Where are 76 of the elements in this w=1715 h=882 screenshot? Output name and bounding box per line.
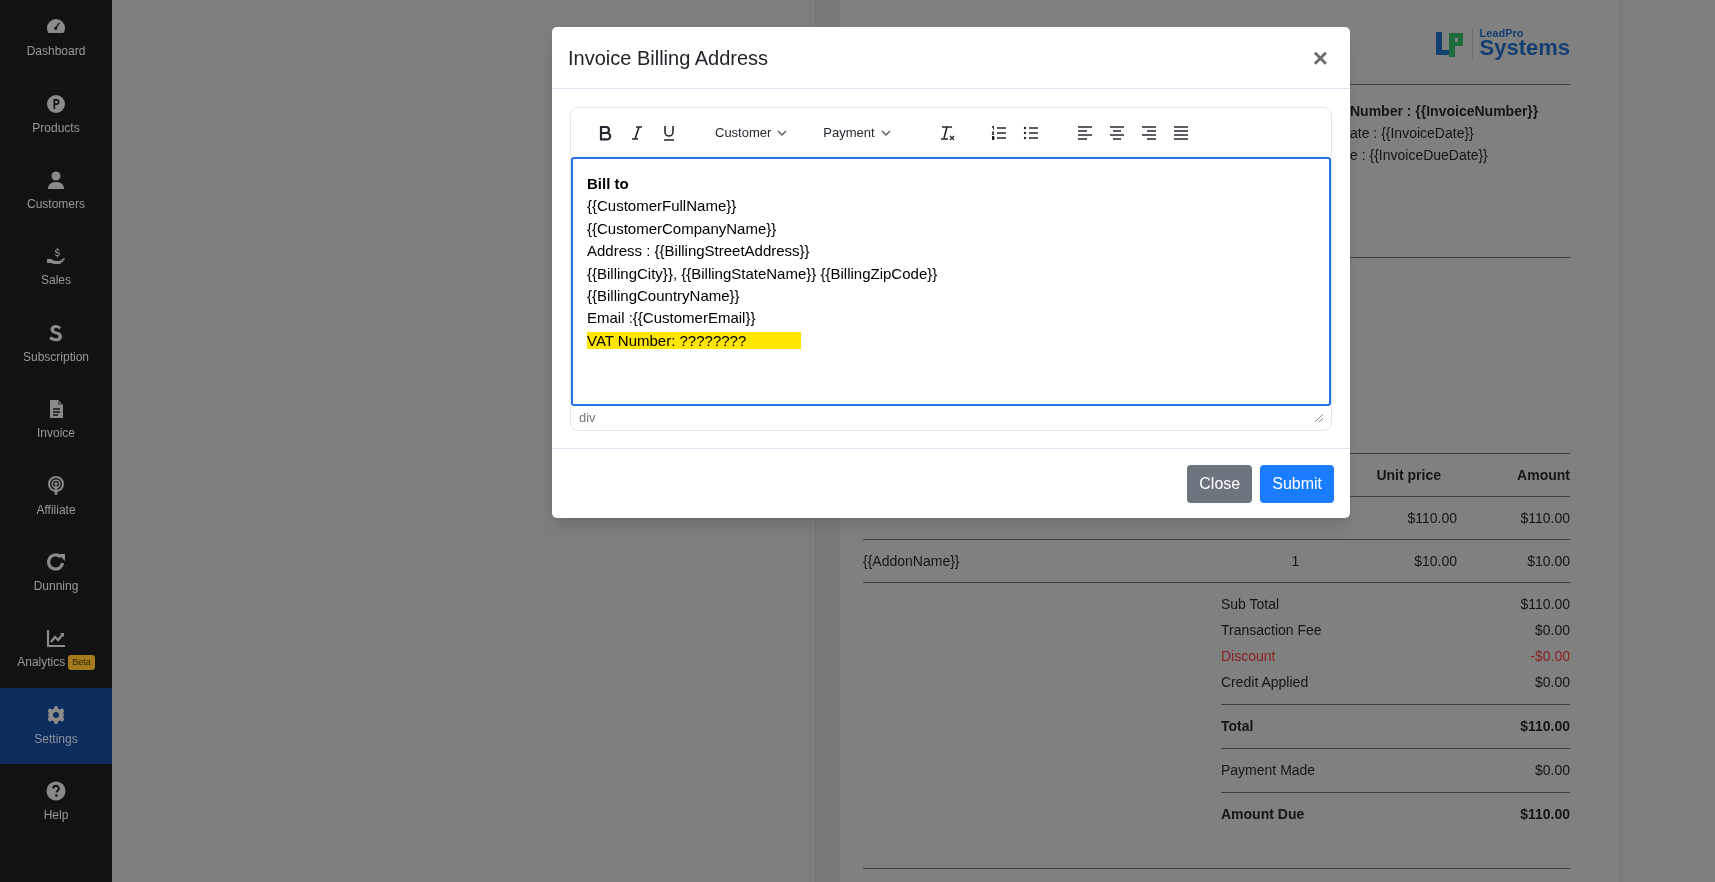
table-cell-text: $110.00 xyxy=(1519,508,1570,528)
format-dropdown[interactable]: Payment xyxy=(823,122,891,143)
element-path: div xyxy=(579,409,596,428)
gear-icon xyxy=(46,704,66,725)
sidebar-item[interactable]: Invoice xyxy=(0,381,112,459)
logo-text: LeadPro xyxy=(1479,28,1525,39)
table-cell-text: 1 xyxy=(1290,551,1300,571)
sidebar-label: Products xyxy=(32,119,80,136)
totals-value: $0.00 xyxy=(1534,673,1570,692)
sidebar-item[interactable]: Dashboard xyxy=(0,0,112,77)
totals-value: $0.00 xyxy=(1534,761,1570,780)
question-circle-icon xyxy=(46,781,66,802)
invoice-detail: e : {{InvoiceDueDate}} xyxy=(1350,146,1489,164)
editor-line: {{BillingCity}}, {{BillingStateName}} {{BillingZipCode}} xyxy=(587,264,938,282)
sidebar-item[interactable]: Analytics Beta xyxy=(0,611,112,688)
submit-button[interactable]: Submit xyxy=(1260,464,1334,503)
chevron-down-icon xyxy=(777,129,788,136)
totals-value: $110.00 xyxy=(1520,717,1570,736)
totals-label: Sub Total xyxy=(1221,595,1280,614)
chevron-down-icon xyxy=(880,129,891,136)
column-header: Amount xyxy=(1516,465,1570,485)
editor-content[interactable] xyxy=(571,157,1331,406)
editor-line: Address : {{BillingStreetAddress}} xyxy=(587,242,810,260)
totals-label: Transaction Fee xyxy=(1221,621,1322,640)
column-header: Unit price xyxy=(1375,465,1441,485)
resize-handle-icon[interactable] xyxy=(1315,414,1323,422)
hand-dollar-icon xyxy=(46,246,66,267)
sidebar-label: Dashboard xyxy=(26,43,86,60)
podcast-icon xyxy=(46,475,66,496)
sidebar-item[interactable]: Products xyxy=(0,76,112,153)
sidebar-item[interactable]: Customers xyxy=(0,152,112,230)
editor-line: {{CustomerCompanyName}} xyxy=(587,219,777,237)
sidebar-item[interactable]: Settings xyxy=(0,687,112,764)
redo-arrow-icon xyxy=(46,551,66,572)
totals-label: Total xyxy=(1221,717,1254,736)
editor-line: {{BillingCountryName}} xyxy=(587,287,740,305)
sidebar-label: Sales xyxy=(41,272,71,289)
sidebar-item[interactable]: Subscription xyxy=(0,305,112,382)
sidebar-label: Analytics xyxy=(17,654,66,671)
p-circle-icon xyxy=(46,93,66,114)
table-cell-text: $10.00 xyxy=(1413,551,1457,571)
totals-value: $110.00 xyxy=(1520,595,1570,614)
sidebar-label: Affiliate xyxy=(36,501,76,518)
beta-badge: Beta xyxy=(68,654,95,671)
sidebar-label: Subscription xyxy=(22,348,89,365)
line-chart-icon xyxy=(46,628,66,649)
sidebar-item[interactable]: Sales xyxy=(0,229,112,306)
table-cell-text: $110.00 xyxy=(1406,508,1457,528)
sidebar-label: Customers xyxy=(27,195,85,212)
modal-title: Invoice Billing Address xyxy=(568,45,769,71)
editor-line: Email :{{CustomerEmail}} xyxy=(587,309,756,327)
totals-value: $110.00 xyxy=(1520,805,1570,824)
sidebar-item[interactable]: Dunning xyxy=(0,534,112,612)
close-button[interactable]: Close xyxy=(1187,464,1253,503)
editor-line: {{CustomerFullName}} xyxy=(587,197,737,215)
table-cell-text: {{AddonName}} xyxy=(863,551,961,571)
totals-label: Payment Made xyxy=(1221,761,1316,780)
totals-label: Credit Applied xyxy=(1221,673,1309,692)
format-dropdown[interactable]: Customer xyxy=(715,122,788,143)
sidebar-label: Help xyxy=(43,807,69,824)
user-icon xyxy=(46,169,66,190)
totals-value: $0.00 xyxy=(1534,621,1570,640)
totals-value: -$0.00 xyxy=(1530,647,1570,666)
totals-label: Amount Due xyxy=(1221,805,1305,824)
editor-line: Bill to xyxy=(587,175,629,192)
totals-label: Discount xyxy=(1221,647,1276,666)
sidebar-label: Invoice xyxy=(37,425,75,442)
sidebar-item[interactable]: Help xyxy=(0,763,112,841)
sidebar-label: Dunning xyxy=(33,577,79,594)
invoice-detail: ate : {{InvoiceDate}} xyxy=(1350,124,1475,142)
sidebar-item[interactable]: Affiliate xyxy=(0,458,112,535)
table-cell-text: $10.00 xyxy=(1526,551,1570,571)
invoice-detail: Number : {{InvoiceNumber}} xyxy=(1350,102,1540,120)
close-button[interactable]: × xyxy=(1312,44,1328,71)
sidebar-label: Settings xyxy=(34,730,78,747)
logo-text: Systems xyxy=(1479,37,1570,59)
